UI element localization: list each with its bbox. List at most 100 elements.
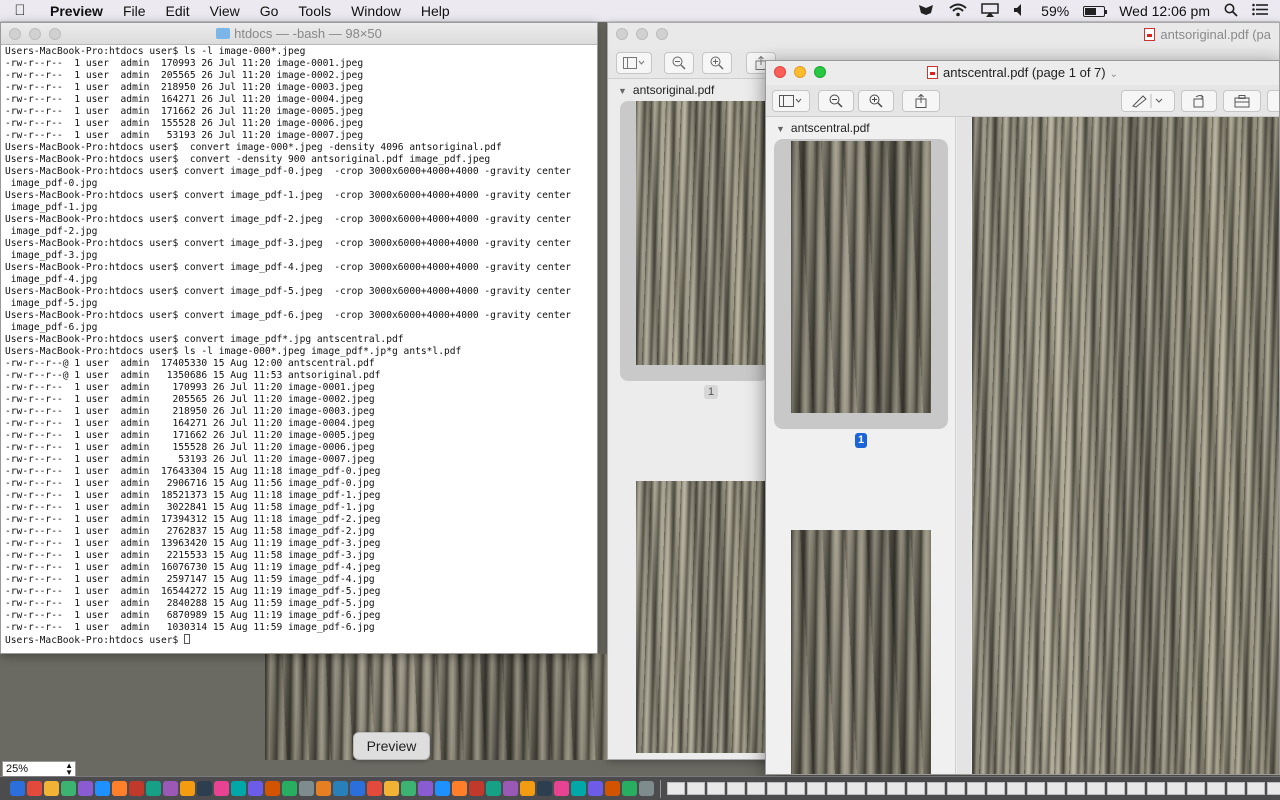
zoom-button[interactable] (49, 28, 61, 40)
minimize-button[interactable] (29, 28, 41, 40)
dock-app-icon[interactable] (231, 781, 246, 796)
window-title[interactable]: antscentral.pdf (page 1 of 7) (943, 65, 1106, 80)
zoom-out-button[interactable] (664, 52, 694, 74)
dock-app-icon[interactable] (95, 781, 110, 796)
dock-app-icon[interactable] (554, 781, 569, 796)
dock-app-icon[interactable] (367, 781, 382, 796)
dock-app-icon[interactable] (571, 781, 586, 796)
sidebar-toggle-button[interactable] (772, 90, 810, 112)
dock-minimized-window[interactable] (1227, 782, 1245, 795)
disclosure-triangle-icon[interactable]: ▼ (776, 124, 785, 134)
dock-app-icon[interactable] (248, 781, 263, 796)
page-thumbnail[interactable] (636, 481, 768, 753)
dock-minimized-window[interactable] (947, 782, 965, 795)
dock-app-icon[interactable] (435, 781, 450, 796)
dock-app-icon[interactable] (605, 781, 620, 796)
dock-app-icon[interactable] (333, 781, 348, 796)
rotate-button[interactable] (1181, 90, 1217, 112)
menu-file[interactable]: File (113, 0, 156, 22)
menu-edit[interactable]: Edit (156, 0, 200, 22)
dock-app-icon[interactable] (146, 781, 161, 796)
terminal-window[interactable]: htdocs — -bash — 98×50 Users-MacBook-Pro… (0, 22, 598, 654)
dock-minimized-window[interactable] (927, 782, 945, 795)
apple-menu-icon[interactable]:  (0, 2, 40, 19)
zoom-in-button[interactable] (702, 52, 732, 74)
zoom-in-button[interactable] (858, 90, 894, 112)
zoom-level-select[interactable]: 25% ▲ ▼ (2, 761, 76, 777)
dock-minimized-window[interactable] (1107, 782, 1125, 795)
title-bar[interactable]: htdocs — -bash — 98×50 (1, 23, 597, 45)
dock-app-icon[interactable] (10, 781, 25, 796)
dock-minimized-window[interactable] (807, 782, 825, 795)
dock-minimized-window[interactable] (1047, 782, 1065, 795)
dock-minimized-window[interactable] (987, 782, 1005, 795)
zoom-button[interactable] (814, 66, 826, 78)
menu-tools[interactable]: Tools (288, 0, 341, 22)
dock-minimized-window[interactable] (1007, 782, 1025, 795)
sidebar-heading[interactable]: ▼ antscentral.pdf (766, 117, 955, 139)
dock-app-icon[interactable] (112, 781, 127, 796)
dock-app-icon[interactable] (214, 781, 229, 796)
sidebar-heading[interactable]: ▼ antsoriginal.pdf (608, 80, 768, 100)
page-thumbnail-selected[interactable] (620, 101, 768, 381)
menu-window[interactable]: Window (341, 0, 411, 22)
search-icon[interactable] (1224, 3, 1238, 20)
disclosure-triangle-icon[interactable]: ▼ (618, 86, 627, 96)
zoom-out-button[interactable] (818, 90, 854, 112)
dock-app-icon[interactable] (452, 781, 467, 796)
clock[interactable]: Wed 12:06 pm (1119, 3, 1210, 19)
dock-minimized-window[interactable] (1167, 782, 1185, 795)
dock-minimized-window[interactable] (787, 782, 805, 795)
dock-minimized-window[interactable] (907, 782, 925, 795)
volume-icon[interactable] (1013, 3, 1027, 20)
dock-minimized-window[interactable] (667, 782, 685, 795)
search-field-button[interactable] (1267, 90, 1279, 112)
title-bar[interactable]: antscentral.pdf (page 1 of 7) ⌄ (766, 61, 1279, 85)
dock-minimized-window[interactable] (967, 782, 985, 795)
close-button[interactable] (9, 28, 21, 40)
toolbox-button[interactable] (1223, 90, 1261, 112)
dock-app-icon[interactable] (197, 781, 212, 796)
dock-minimized-window[interactable] (1067, 782, 1085, 795)
dock-app-icon[interactable] (61, 781, 76, 796)
minimize-button[interactable] (636, 28, 648, 40)
dock-minimized-window[interactable] (867, 782, 885, 795)
wifi-icon[interactable] (949, 3, 967, 20)
terminal-output[interactable]: Users-MacBook-Pro:htdocs user$ ls -l ima… (1, 45, 597, 653)
dock-app-icon[interactable] (384, 781, 399, 796)
dock-minimized-window[interactable] (1147, 782, 1165, 795)
dock-app-icon[interactable] (401, 781, 416, 796)
chevron-down-icon[interactable]: ⌄ (1110, 69, 1118, 80)
markup-button[interactable] (1121, 90, 1175, 112)
page-thumbnail-selected[interactable] (774, 139, 948, 429)
dock-app-icon[interactable] (588, 781, 603, 796)
dock-app-icon[interactable] (350, 781, 365, 796)
dock-minimized-window[interactable] (847, 782, 865, 795)
dock-minimized-window[interactable] (1087, 782, 1105, 795)
menu-go[interactable]: Go (250, 0, 289, 22)
menu-help[interactable]: Help (411, 0, 460, 22)
stepper-arrows-icon[interactable]: ▲ ▼ (65, 762, 73, 777)
dock-app-icon[interactable] (316, 781, 331, 796)
dock-app-icon[interactable] (622, 781, 637, 796)
dock-app-icon[interactable] (639, 781, 654, 796)
dock-minimized-window[interactable] (827, 782, 845, 795)
minimize-button[interactable] (794, 66, 806, 78)
document-page-view[interactable] (972, 117, 1279, 774)
dock-app-icon[interactable] (44, 781, 59, 796)
dock-minimized-window[interactable] (1247, 782, 1265, 795)
dock-app-icon[interactable] (299, 781, 314, 796)
dock-minimized-window[interactable] (707, 782, 725, 795)
dock-minimized-window[interactable] (887, 782, 905, 795)
dock-minimized-window[interactable] (727, 782, 745, 795)
dock-app-icon[interactable] (163, 781, 178, 796)
dock-minimized-window[interactable] (1127, 782, 1145, 795)
dock-app-icon[interactable] (282, 781, 297, 796)
dock-app-icon[interactable] (537, 781, 552, 796)
dock-app-icon[interactable] (418, 781, 433, 796)
dock-app-icon[interactable] (129, 781, 144, 796)
airplay-icon[interactable] (981, 2, 999, 20)
zoom-button[interactable] (656, 28, 668, 40)
dock-app-icon[interactable] (469, 781, 484, 796)
dock-app-icon[interactable] (503, 781, 518, 796)
